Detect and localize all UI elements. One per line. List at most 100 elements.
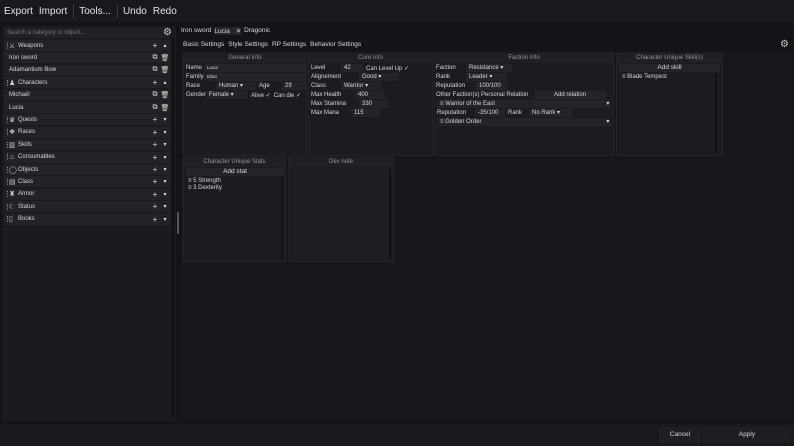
expand-icon[interactable]: ▾	[160, 166, 170, 173]
add-relation-button[interactable]: Add relation	[534, 91, 606, 99]
tab-behavior-settings[interactable]: Behavior Settings	[310, 41, 361, 48]
category-armor[interactable]: ⋮ ♜ Armor + ▾	[4, 188, 170, 200]
tools-menu[interactable]: Tools...	[79, 6, 111, 17]
name-input[interactable]: Lucia	[204, 64, 306, 72]
trash-icon[interactable]: 🗑	[160, 91, 170, 99]
relation-golden-order[interactable]: ≡ Golden Order ▾	[437, 118, 611, 126]
collapse-icon[interactable]: ▴	[160, 42, 170, 49]
gender-select[interactable]: Female ▾	[206, 91, 248, 99]
dev-note-scrollbar[interactable]	[389, 170, 391, 258]
add-icon[interactable]: +	[150, 190, 160, 199]
reputation-input[interactable]: 100/100	[476, 82, 508, 90]
level-input[interactable]: 42	[341, 64, 363, 72]
stat-item[interactable]: ≡ 3 Dexterity	[188, 184, 222, 192]
add-stat-button[interactable]: Add stat	[186, 168, 284, 176]
collapse-icon[interactable]: ▾	[606, 100, 611, 108]
relation-rank-select[interactable]: No Rank ▾	[529, 109, 573, 117]
expand-icon[interactable]: ▾	[160, 116, 170, 123]
duplicate-icon[interactable]: ⧉	[150, 91, 160, 99]
expand-icon[interactable]: ▾	[160, 178, 170, 185]
age-input[interactable]: 29	[282, 82, 306, 90]
splitter-handle[interactable]	[177, 212, 179, 234]
undo-button[interactable]: Undo	[123, 6, 147, 17]
gear-icon[interactable]: ⚙	[780, 39, 789, 50]
expand-icon[interactable]: ▾	[160, 129, 170, 136]
trash-icon[interactable]: 🗑	[160, 104, 170, 112]
add-icon[interactable]: +	[150, 140, 160, 149]
tab-iron-sword[interactable]: Iron sword	[181, 27, 211, 35]
list-item[interactable]: Lucia ⧉ 🗑	[4, 102, 170, 113]
relation-warrior-of-the-east[interactable]: ≡ Warrior of the East ▾	[437, 100, 611, 108]
max-mana-input[interactable]: 115	[351, 109, 381, 117]
stats-scrollbar[interactable]	[281, 177, 283, 259]
max-stamina-input[interactable]: 330	[359, 100, 389, 108]
category-weapons[interactable]: ⋮ ⚔ Weapons + ▴	[4, 40, 170, 51]
class-icon: ▤	[9, 178, 16, 186]
apply-button[interactable]: Apply	[703, 427, 791, 443]
add-icon[interactable]: +	[150, 41, 160, 50]
relation-reputation-input[interactable]: -35/100	[475, 109, 505, 117]
expand-icon[interactable]: ▾	[160, 141, 170, 148]
add-icon[interactable]: +	[150, 153, 160, 162]
expand-icon[interactable]: ▾	[606, 118, 611, 126]
alive-checkbox[interactable]: Alive ✓	[248, 92, 271, 99]
max-health-input[interactable]: 400	[355, 91, 385, 99]
import-menu[interactable]: Import	[39, 6, 67, 17]
class-select[interactable]: Warrior ▾	[341, 82, 381, 90]
category-characters[interactable]: ⋮ ♟ Characters + ▴	[4, 77, 170, 89]
item-label: Iron sword	[9, 54, 38, 61]
expand-icon[interactable]: ▾	[160, 216, 170, 223]
category-books[interactable]: ⋮ ▯ Books + ▾	[4, 213, 170, 225]
add-icon[interactable]: +	[150, 165, 160, 174]
duplicate-icon[interactable]: ⧉	[150, 54, 160, 62]
category-class[interactable]: ⋮ ▤ Class + ▾	[4, 176, 170, 188]
cancel-button[interactable]: Cancel	[659, 427, 701, 443]
export-menu[interactable]: Export	[4, 6, 33, 17]
tab-lucia[interactable]: Lucia ✕	[214, 27, 242, 35]
trash-icon[interactable]: 🗑	[160, 54, 170, 62]
collapse-icon[interactable]: ▴	[160, 79, 170, 86]
duplicate-icon[interactable]: ⧉	[150, 66, 160, 74]
expand-icon[interactable]: ▾	[160, 191, 170, 198]
search-input[interactable]: Search a category or object...	[4, 28, 170, 38]
category-skills[interactable]: ⋮ ▥ Skills + ▾	[4, 139, 170, 151]
family-input[interactable]: Elian	[204, 73, 306, 81]
settings-gear-icon[interactable]: ⚙	[163, 28, 172, 38]
skills-scrollbar[interactable]	[715, 73, 717, 153]
duplicate-icon[interactable]: ⧉	[150, 104, 160, 112]
tab-dragonic[interactable]: Dragonic	[244, 27, 270, 35]
add-icon[interactable]: +	[150, 177, 160, 186]
skill-item[interactable]: ≡ Blade Tempest	[622, 73, 667, 81]
trash-icon[interactable]: 🗑	[160, 66, 170, 74]
tab-rp-settings[interactable]: RP Settings	[272, 41, 306, 48]
add-icon[interactable]: +	[150, 115, 160, 124]
redo-button[interactable]: Redo	[153, 6, 177, 17]
can-die-checkbox[interactable]: Can die ✓	[271, 92, 301, 99]
add-icon[interactable]: +	[150, 78, 160, 87]
rank-select[interactable]: Leader ▾	[466, 73, 506, 81]
category-status[interactable]: ⋮ ☾ Status + ▾	[4, 201, 170, 213]
tab-basic-settings[interactable]: Basic Settings	[183, 41, 224, 48]
alignement-select[interactable]: Good ▾	[359, 73, 399, 81]
category-objects[interactable]: ⋮ ◯ Objects + ▾	[4, 164, 170, 175]
dev-note-textarea[interactable]	[291, 168, 391, 260]
category-consumables[interactable]: ⋮ ♨ Consumables + ▾	[4, 151, 170, 163]
add-icon[interactable]: +	[150, 128, 160, 137]
list-item[interactable]: Adamantium Bow ⧉ 🗑	[4, 64, 170, 76]
list-item[interactable]: Iron sword ⧉ 🗑	[4, 52, 170, 64]
add-icon[interactable]: +	[150, 202, 160, 211]
add-skill-button[interactable]: Add skill	[619, 64, 720, 72]
close-tab-icon[interactable]: ✕	[236, 28, 241, 35]
tab-style-settings[interactable]: Style Settings	[228, 41, 268, 48]
list-item[interactable]: Michaël ⧉ 🗑	[4, 89, 170, 101]
sidebar-scrollbar[interactable]	[172, 38, 174, 418]
faction-select[interactable]: Resistance ▾	[466, 64, 512, 72]
add-icon[interactable]: +	[150, 215, 160, 224]
category-quests[interactable]: ⋮ ♛ Quests + ▾	[4, 114, 170, 126]
potion-icon: ♨	[9, 154, 16, 162]
race-select[interactable]: Human ▾	[216, 82, 256, 90]
expand-icon[interactable]: ▾	[160, 203, 170, 210]
expand-icon[interactable]: ▾	[160, 154, 170, 161]
category-races[interactable]: ⋮ ❖ Races + ▾	[4, 126, 170, 138]
can-level-up-checkbox[interactable]: Can Level Up ✓	[363, 65, 409, 72]
